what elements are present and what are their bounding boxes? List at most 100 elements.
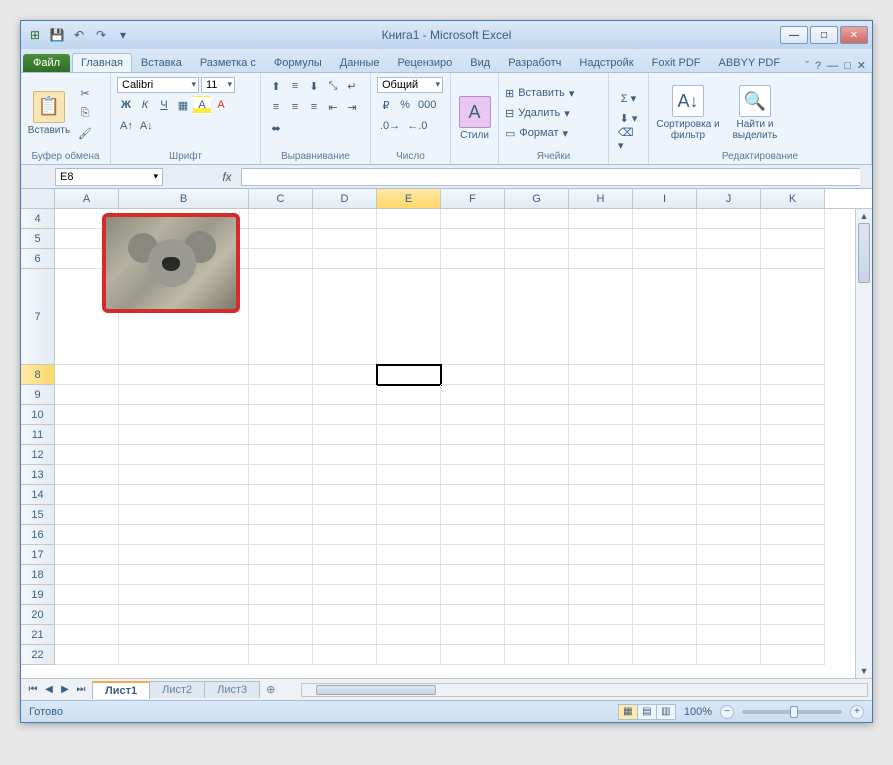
indent-dec-icon[interactable]: ⇤ bbox=[324, 98, 342, 116]
cell-D14[interactable] bbox=[313, 485, 377, 505]
column-header-H[interactable]: H bbox=[569, 189, 633, 208]
cell-K15[interactable] bbox=[761, 505, 825, 525]
cell-K21[interactable] bbox=[761, 625, 825, 645]
cell-F5[interactable] bbox=[441, 229, 505, 249]
cell-H16[interactable] bbox=[569, 525, 633, 545]
sort-filter-button[interactable]: A↓ Сортировка и фильтр bbox=[655, 77, 721, 149]
find-select-button[interactable]: 🔍 Найти и выделить bbox=[725, 77, 785, 149]
column-header-A[interactable]: A bbox=[55, 189, 119, 208]
merge-icon[interactable]: ⬌ bbox=[267, 119, 285, 137]
cell-C9[interactable] bbox=[249, 385, 313, 405]
cell-B12[interactable] bbox=[119, 445, 249, 465]
column-header-I[interactable]: I bbox=[633, 189, 697, 208]
row-header-21[interactable]: 21 bbox=[21, 625, 55, 645]
delete-cells-button[interactable]: ⊟Удалить ▾ bbox=[505, 104, 602, 122]
cell-K12[interactable] bbox=[761, 445, 825, 465]
cell-J4[interactable] bbox=[697, 209, 761, 229]
cell-D6[interactable] bbox=[313, 249, 377, 269]
cell-J8[interactable] bbox=[697, 365, 761, 385]
cell-D13[interactable] bbox=[313, 465, 377, 485]
cell-F10[interactable] bbox=[441, 405, 505, 425]
cell-H8[interactable] bbox=[569, 365, 633, 385]
cell-H13[interactable] bbox=[569, 465, 633, 485]
cell-C21[interactable] bbox=[249, 625, 313, 645]
cell-K19[interactable] bbox=[761, 585, 825, 605]
cell-E18[interactable] bbox=[377, 565, 441, 585]
cell-I19[interactable] bbox=[633, 585, 697, 605]
name-box[interactable]: E8 bbox=[55, 168, 163, 186]
cell-E16[interactable] bbox=[377, 525, 441, 545]
close-button[interactable]: ✕ bbox=[840, 26, 868, 44]
cell-F17[interactable] bbox=[441, 545, 505, 565]
cell-I17[interactable] bbox=[633, 545, 697, 565]
cell-C22[interactable] bbox=[249, 645, 313, 665]
column-header-E[interactable]: E bbox=[377, 189, 441, 208]
new-sheet-icon[interactable]: ⊕ bbox=[260, 683, 281, 696]
format-cells-button[interactable]: ▭Формат ▾ bbox=[505, 124, 602, 142]
align-top-icon[interactable]: ⬆ bbox=[267, 77, 285, 95]
cell-I20[interactable] bbox=[633, 605, 697, 625]
cell-K7[interactable] bbox=[761, 269, 825, 365]
row-header-5[interactable]: 5 bbox=[21, 229, 55, 249]
cell-K13[interactable] bbox=[761, 465, 825, 485]
cell-E14[interactable] bbox=[377, 485, 441, 505]
row-header-20[interactable]: 20 bbox=[21, 605, 55, 625]
row-header-22[interactable]: 22 bbox=[21, 645, 55, 665]
column-header-D[interactable]: D bbox=[313, 189, 377, 208]
cell-G5[interactable] bbox=[505, 229, 569, 249]
italic-button[interactable]: К bbox=[136, 96, 154, 114]
cell-G22[interactable] bbox=[505, 645, 569, 665]
sheet-tab-2[interactable]: Лист2 bbox=[149, 681, 205, 698]
sheet-nav-last-icon[interactable]: ⏭ bbox=[73, 684, 89, 695]
indent-inc-icon[interactable]: ⇥ bbox=[343, 98, 361, 116]
cell-C13[interactable] bbox=[249, 465, 313, 485]
cell-A12[interactable] bbox=[55, 445, 119, 465]
row-header-11[interactable]: 11 bbox=[21, 425, 55, 445]
cell-B18[interactable] bbox=[119, 565, 249, 585]
cell-E10[interactable] bbox=[377, 405, 441, 425]
column-header-B[interactable]: B bbox=[119, 189, 249, 208]
doc-close-icon[interactable]: ✕ bbox=[857, 59, 866, 72]
cell-G20[interactable] bbox=[505, 605, 569, 625]
cell-G10[interactable] bbox=[505, 405, 569, 425]
cell-H22[interactable] bbox=[569, 645, 633, 665]
cell-G6[interactable] bbox=[505, 249, 569, 269]
cell-D15[interactable] bbox=[313, 505, 377, 525]
cell-K4[interactable] bbox=[761, 209, 825, 229]
cell-K10[interactable] bbox=[761, 405, 825, 425]
column-header-C[interactable]: C bbox=[249, 189, 313, 208]
cell-D9[interactable] bbox=[313, 385, 377, 405]
cell-J5[interactable] bbox=[697, 229, 761, 249]
cell-H17[interactable] bbox=[569, 545, 633, 565]
percent-icon[interactable]: % bbox=[396, 96, 414, 114]
cell-G14[interactable] bbox=[505, 485, 569, 505]
autosum-icon[interactable]: Σ ▾ bbox=[615, 90, 642, 108]
cell-B14[interactable] bbox=[119, 485, 249, 505]
cell-D16[interactable] bbox=[313, 525, 377, 545]
cell-I5[interactable] bbox=[633, 229, 697, 249]
cell-B10[interactable] bbox=[119, 405, 249, 425]
cell-J17[interactable] bbox=[697, 545, 761, 565]
cell-C19[interactable] bbox=[249, 585, 313, 605]
cell-C10[interactable] bbox=[249, 405, 313, 425]
cell-H4[interactable] bbox=[569, 209, 633, 229]
cell-G11[interactable] bbox=[505, 425, 569, 445]
doc-restore-icon[interactable]: □ bbox=[844, 60, 851, 72]
cell-A9[interactable] bbox=[55, 385, 119, 405]
cell-F4[interactable] bbox=[441, 209, 505, 229]
cell-C12[interactable] bbox=[249, 445, 313, 465]
align-bottom-icon[interactable]: ⬇ bbox=[305, 77, 323, 95]
column-header-J[interactable]: J bbox=[697, 189, 761, 208]
view-normal-icon[interactable]: ▦ bbox=[618, 704, 638, 720]
cell-D21[interactable] bbox=[313, 625, 377, 645]
cell-J16[interactable] bbox=[697, 525, 761, 545]
cell-I7[interactable] bbox=[633, 269, 697, 365]
clear-icon[interactable]: ⌫ ▾ bbox=[615, 130, 642, 148]
cell-H12[interactable] bbox=[569, 445, 633, 465]
orientation-icon[interactable]: ⤡ bbox=[324, 77, 342, 95]
cell-H5[interactable] bbox=[569, 229, 633, 249]
cell-E20[interactable] bbox=[377, 605, 441, 625]
fx-button[interactable]: fx bbox=[213, 170, 241, 184]
cell-E6[interactable] bbox=[377, 249, 441, 269]
cell-G8[interactable] bbox=[505, 365, 569, 385]
